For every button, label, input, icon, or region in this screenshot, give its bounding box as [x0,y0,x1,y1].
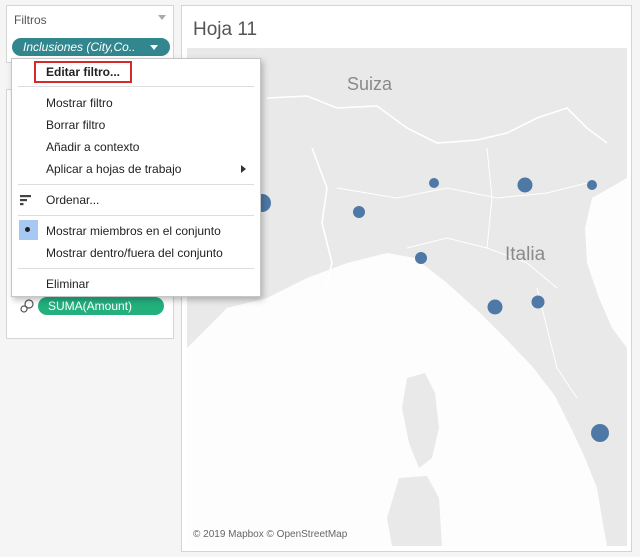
menu-item-remove[interactable]: Eliminar [46,274,89,294]
filters-title: Filtros [14,13,47,27]
menu-separator [18,268,254,269]
map-marker [487,299,503,315]
filter-pill-label: Inclusiones (City,Co.. [23,40,136,54]
measure-pill-sum-amount[interactable]: SUMA(Amount) [38,297,164,315]
menu-separator [18,215,254,216]
menu-item-sort[interactable]: Ordenar... [46,190,99,210]
menu-item-show-filter[interactable]: Mostrar filtro [46,93,113,113]
size-circles-icon [20,299,34,313]
menu-item-show-members-in-set[interactable]: Mostrar miembros en el conjunto [46,221,221,241]
menu-separator [18,184,254,185]
menu-item-apply-to-worksheets[interactable]: Aplicar a hojas de trabajo [46,159,181,179]
menu-separator [18,86,254,87]
caret-down-icon[interactable] [150,45,158,50]
menu-item-edit-filter[interactable]: Editar filtro... [46,62,120,82]
radio-dot-icon [25,227,30,232]
map-marker [517,177,533,193]
menu-item-add-to-context[interactable]: Añadir a contexto [46,137,139,157]
map-marker [591,424,609,442]
map-marker [531,295,545,309]
map-marker [429,178,439,188]
menu-item-show-in-out-set[interactable]: Mostrar dentro/fuera del conjunto [46,243,223,263]
map-attribution[interactable]: © 2019 Mapbox © OpenStreetMap [193,529,347,540]
sort-bars-icon [20,195,31,206]
filter-pill-inclusions[interactable]: Inclusiones (City,Co.. [12,38,170,56]
chevron-right-icon [241,165,246,173]
caret-down-icon[interactable] [158,15,166,20]
sheet-title: Hoja 11 [193,19,258,40]
filters-card: Filtros Inclusiones (City,Co.. [6,5,174,63]
filter-context-menu: Editar filtro... Mostrar filtro Borrar f… [11,58,261,297]
map-marker [415,252,427,264]
map-marker [353,206,365,218]
map-label-suiza: Suiza [347,74,393,94]
map-label-italia: Italia [505,244,546,265]
menu-item-clear-filter[interactable]: Borrar filtro [46,115,105,135]
map-marker [587,180,597,190]
